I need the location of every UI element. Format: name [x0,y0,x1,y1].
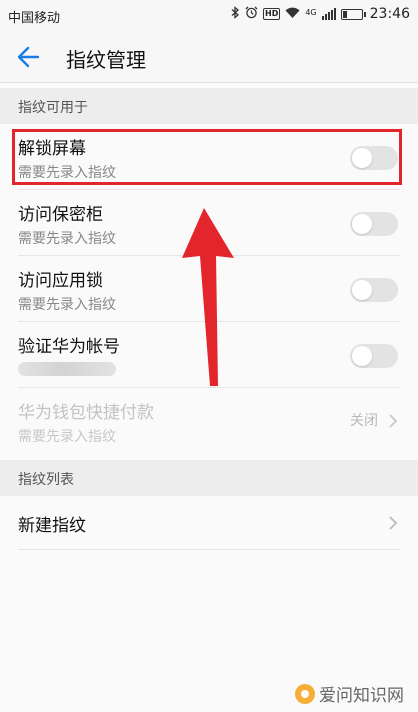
setting-sublabel: 需要先录入指纹 [18,297,116,313]
section-header-fingerprint-list: 指纹列表 [0,460,418,496]
setting-sublabel: 需要先录入指纹 [18,429,116,445]
clock: 23:46 [369,6,410,22]
setting-label: 新建指纹 [18,516,86,536]
back-arrow-icon[interactable] [14,42,46,72]
blurred-account-text [18,362,116,376]
carrier-name: 中国移动 [8,11,61,26]
new-fingerprint-item[interactable]: 新建指纹 [0,496,418,550]
divider [18,549,400,550]
setting-label: 解锁屏幕 [18,139,86,159]
unlock-screen-toggle[interactable] [350,146,398,170]
battery-icon [340,8,366,20]
chevron-right-icon [386,514,400,532]
watermark: 爱问知识网 [295,681,404,706]
network-type-label: 4G [305,8,317,17]
chevron-right-icon [386,412,400,430]
setting-sublabel: 需要先录入指纹 [18,231,116,247]
section-header-label: 指纹可用于 [18,100,88,116]
setting-access-app-lock[interactable]: 访问应用锁 需要先录入指纹 [0,256,418,322]
setting-label: 华为钱包快捷付款 [18,403,154,423]
bluetooth-icon [231,6,240,22]
section-header-fingerprint-uses: 指纹可用于 [0,88,418,124]
setting-sublabel: 需要先录入指纹 [18,165,116,181]
alarm-icon [245,6,258,22]
page-title: 指纹管理 [66,48,146,72]
setting-label: 访问保密柜 [18,205,103,225]
setting-label: 验证华为帐号 [18,337,120,357]
access-app-lock-toggle[interactable] [350,278,398,302]
status-icons: HD 4G 23:46 [231,6,410,22]
status-bar: 中国移动 HD 4G 23:46 [0,0,418,32]
setting-wallet-quick-pay: 华为钱包快捷付款 需要先录入指纹 关闭 [0,388,418,454]
access-safe-toggle[interactable] [350,212,398,236]
app-bar: 指纹管理 [0,32,418,83]
watermark-text: 爱问知识网 [319,686,404,706]
setting-unlock-screen[interactable]: 解锁屏幕 需要先录入指纹 [0,124,418,190]
setting-access-safe[interactable]: 访问保密柜 需要先录入指纹 [0,190,418,256]
hd-icon: HD [263,8,281,20]
setting-verify-huawei-account[interactable]: 验证华为帐号 [0,322,418,388]
setting-value: 关闭 [350,413,378,429]
watermark-logo-icon [295,683,315,704]
signal-icon [321,8,336,20]
section-header-label: 指纹列表 [18,472,74,488]
verify-account-toggle[interactable] [350,344,398,368]
wifi-icon [285,7,300,22]
setting-label: 访问应用锁 [18,271,103,291]
